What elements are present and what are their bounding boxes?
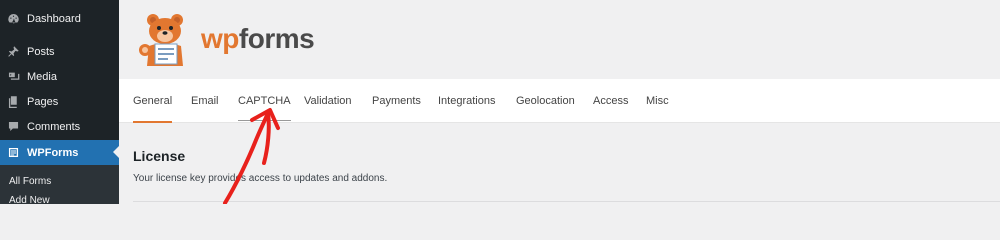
media-icon	[6, 70, 20, 84]
tab-geolocation[interactable]: Geolocation	[516, 95, 575, 123]
tab-access[interactable]: Access	[593, 95, 628, 123]
sidebar-item-dashboard[interactable]: Dashboard	[0, 6, 119, 31]
settings-tabs: General Email CAPTCHA Validation Payment…	[119, 79, 1000, 123]
pin-icon	[6, 45, 20, 59]
submenu-item-all-forms[interactable]: All Forms	[9, 176, 51, 187]
bear-mascot-icon	[139, 14, 183, 66]
sidebar-item-label: WPForms	[27, 146, 79, 159]
admin-sidebar: Dashboard Posts Media Pages Comments WPF…	[0, 0, 119, 206]
sidebar-item-label: Media	[27, 70, 57, 83]
page-header: wpforms	[119, 0, 1000, 79]
logo-wordmark: wpforms	[201, 23, 315, 55]
section-title: License	[133, 148, 186, 164]
sidebar-item-pages[interactable]: Pages	[0, 89, 119, 114]
tab-general[interactable]: General	[133, 95, 173, 123]
sidebar-item-posts[interactable]: Posts	[0, 39, 119, 64]
dashboard-icon	[6, 12, 20, 26]
wpforms-submenu: All Forms Add New	[0, 165, 119, 206]
tab-validation[interactable]: Validation	[304, 95, 352, 123]
sidebar-item-label: Comments	[27, 120, 81, 133]
pages-icon	[6, 95, 20, 109]
wpforms-logo: wpforms	[133, 12, 315, 66]
sidebar-item-label: Posts	[27, 45, 55, 58]
submenu-item-add-new[interactable]: Add New	[9, 195, 50, 206]
tab-email[interactable]: Email	[191, 95, 219, 123]
sidebar-item-label: Pages	[27, 95, 59, 108]
sidebar-item-comments[interactable]: Comments	[0, 114, 119, 139]
sidebar-item-media[interactable]: Media	[0, 64, 119, 89]
section-description: Your license key provides access to upda…	[133, 173, 388, 184]
tab-misc[interactable]: Misc	[646, 95, 669, 123]
logo-wp-text: wp	[201, 23, 239, 54]
logo-forms-text: forms	[238, 23, 315, 54]
sidebar-item-wpforms[interactable]: WPForms	[0, 140, 119, 165]
settings-content: License Your license key provides access…	[119, 123, 1000, 204]
divider	[133, 201, 1000, 202]
tab-payments[interactable]: Payments	[372, 95, 421, 123]
tab-integrations[interactable]: Integrations	[438, 95, 495, 123]
comments-icon	[6, 120, 20, 134]
wpforms-icon	[6, 146, 20, 160]
sidebar-item-label: Dashboard	[27, 12, 81, 25]
tab-captcha[interactable]: CAPTCHA	[238, 95, 291, 121]
